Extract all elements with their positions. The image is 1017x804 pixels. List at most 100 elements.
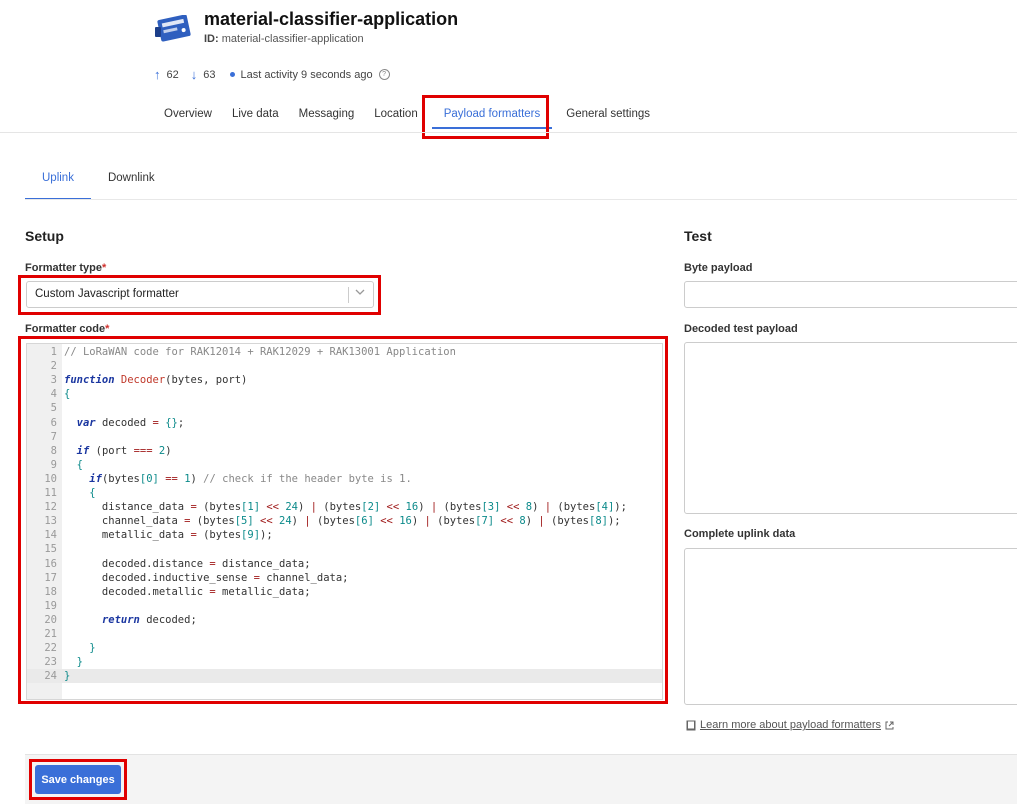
formatter-type-select[interactable]: Custom Javascript formatter bbox=[26, 281, 374, 308]
application-icon bbox=[155, 14, 193, 45]
help-icon[interactable]: ? bbox=[378, 69, 390, 80]
application-id-prefix: ID: bbox=[204, 33, 219, 45]
code-text: function Decoder(bytes, port) bbox=[64, 374, 248, 387]
formatter-type-value: Custom Javascript formatter bbox=[35, 288, 179, 300]
line-number: 14 bbox=[44, 529, 57, 542]
line-number: 21 bbox=[44, 628, 57, 640]
formatter-direction-tabs: Uplink Downlink bbox=[25, 160, 172, 200]
code-line: 5 bbox=[27, 401, 662, 415]
formatter-code-label: Formatter code* bbox=[25, 323, 109, 335]
code-text: { bbox=[64, 388, 71, 401]
code-line: 21 bbox=[27, 627, 662, 641]
code-text: if (port === 2) bbox=[76, 444, 172, 457]
chevron-down-icon bbox=[355, 289, 365, 295]
code-line: 1 // LoRaWAN code for RAK12014 + RAK12029… bbox=[27, 345, 662, 359]
uplink-count: 62 bbox=[166, 68, 179, 81]
line-number: 13 bbox=[44, 515, 57, 528]
code-line: 10 if(bytes[0] == 1) // check if the hea… bbox=[27, 472, 662, 486]
line-number: 5 bbox=[50, 402, 57, 415]
test-heading: Test bbox=[684, 228, 712, 244]
tab-uplink[interactable]: Uplink bbox=[25, 160, 91, 200]
code-line: 24} bbox=[27, 669, 662, 684]
line-number: 11 bbox=[44, 487, 57, 499]
code-text: if(bytes[0] == 1) // check if the header… bbox=[89, 472, 412, 485]
main-tabs: Overview Live data Messaging Location Pa… bbox=[154, 96, 660, 132]
required-mark: * bbox=[105, 323, 110, 335]
code-text: } bbox=[76, 656, 83, 669]
line-number: 15 bbox=[44, 543, 57, 556]
sub-tabs-divider bbox=[25, 199, 1017, 200]
downlink-count: 63 bbox=[203, 68, 216, 81]
formatter-code-editor[interactable]: 1 // LoRaWAN code for RAK12014 + RAK12029… bbox=[26, 343, 663, 700]
code-line: 15 bbox=[27, 542, 662, 556]
decoded-test-payload-output[interactable] bbox=[684, 342, 1017, 514]
code-text: decoded.metallic = metallic_data; bbox=[64, 585, 311, 598]
external-link-icon bbox=[885, 721, 894, 729]
last-activity: Last activity 9 seconds ago bbox=[240, 68, 373, 81]
complete-uplink-data-output[interactable] bbox=[684, 548, 1017, 705]
save-changes-button[interactable]: Save changes bbox=[35, 765, 121, 794]
required-mark: * bbox=[102, 262, 107, 274]
arrow-up-icon: ↑ bbox=[154, 67, 161, 82]
line-number: 16 bbox=[44, 557, 57, 570]
application-id-value: material-classifier-application bbox=[221, 33, 364, 45]
code-text: } bbox=[89, 642, 96, 655]
line-number: 17 bbox=[44, 571, 57, 584]
line-number: 22 bbox=[44, 642, 57, 655]
tab-live-data[interactable]: Live data bbox=[222, 96, 289, 132]
code-line: 14 metallic_data = (bytes[9]); bbox=[27, 528, 662, 542]
tab-downlink[interactable]: Downlink bbox=[91, 160, 172, 200]
byte-payload-label: Byte payload bbox=[684, 262, 753, 274]
code-line: 3 function Decoder(bytes, port) bbox=[27, 373, 662, 387]
formatter-type-label: Formatter type* bbox=[25, 262, 106, 274]
code-line: 7 bbox=[27, 430, 662, 444]
activity-dot-icon bbox=[229, 72, 235, 77]
setup-heading: Setup bbox=[25, 228, 64, 244]
book-icon bbox=[686, 720, 696, 730]
code-text: metallic_data = (bytes[9]); bbox=[64, 529, 273, 542]
byte-payload-input[interactable] bbox=[684, 281, 1017, 308]
tab-overview[interactable]: Overview bbox=[154, 96, 222, 132]
code-line: 8 if (port === 2) bbox=[27, 444, 662, 458]
code-line: 6 var decoded = {}; bbox=[27, 416, 662, 430]
line-number: 24 bbox=[44, 670, 57, 683]
line-number: 6 bbox=[50, 416, 57, 429]
footer-bar bbox=[25, 754, 1017, 804]
line-number: 23 bbox=[44, 656, 57, 669]
application-title: material-classifier-application bbox=[204, 9, 459, 29]
code-text: return decoded; bbox=[101, 613, 197, 626]
code-line: 12 distance_data = (bytes[1] << 24) | (b… bbox=[27, 500, 662, 514]
code-line: 4{ bbox=[27, 387, 662, 401]
line-number: 3 bbox=[50, 374, 57, 387]
line-number: 19 bbox=[44, 599, 57, 612]
code-line: 23 } bbox=[27, 655, 662, 669]
code-line: 9 { bbox=[27, 458, 662, 472]
code-line: 20 return decoded; bbox=[27, 613, 662, 627]
code-line: 17 decoded.inductive_sense = channel_dat… bbox=[27, 571, 662, 585]
complete-uplink-data-label: Complete uplink data bbox=[684, 528, 796, 540]
arrow-down-icon: ↓ bbox=[190, 67, 198, 82]
tab-general-settings[interactable]: General settings bbox=[556, 96, 660, 132]
line-number: 12 bbox=[44, 501, 57, 514]
learn-more-link[interactable]: Learn more about payload formatters bbox=[700, 719, 881, 731]
select-separator bbox=[348, 287, 349, 303]
line-number: 2 bbox=[50, 360, 57, 373]
code-text: distance_data = (bytes[1] << 24) | (byte… bbox=[64, 501, 627, 514]
formatter-code-label-text: Formatter code bbox=[25, 323, 106, 335]
code-text: channel_data = (bytes[5] << 24) | (bytes… bbox=[64, 515, 621, 528]
code-text: { bbox=[89, 487, 96, 499]
code-text: decoded.distance = distance_data; bbox=[64, 557, 311, 570]
tab-payload-formatters[interactable]: Payload formatters bbox=[428, 96, 557, 132]
application-stats: ↑ 62 ↓ 63 Last activity 9 seconds ago ? bbox=[154, 67, 390, 82]
line-number: 9 bbox=[50, 458, 57, 471]
code-line: 16 decoded.distance = distance_data; bbox=[27, 557, 662, 571]
code-line: 22 } bbox=[27, 641, 662, 655]
code-text: { bbox=[76, 458, 83, 471]
code-text: decoded.inductive_sense = channel_data; bbox=[64, 571, 349, 584]
tab-messaging[interactable]: Messaging bbox=[289, 96, 365, 132]
code-line: 2 bbox=[27, 359, 662, 373]
code-text: var decoded = {}; bbox=[76, 416, 185, 429]
tab-location[interactable]: Location bbox=[364, 96, 427, 132]
line-number: 18 bbox=[44, 585, 57, 598]
decoded-test-payload-label: Decoded test payload bbox=[684, 323, 798, 335]
